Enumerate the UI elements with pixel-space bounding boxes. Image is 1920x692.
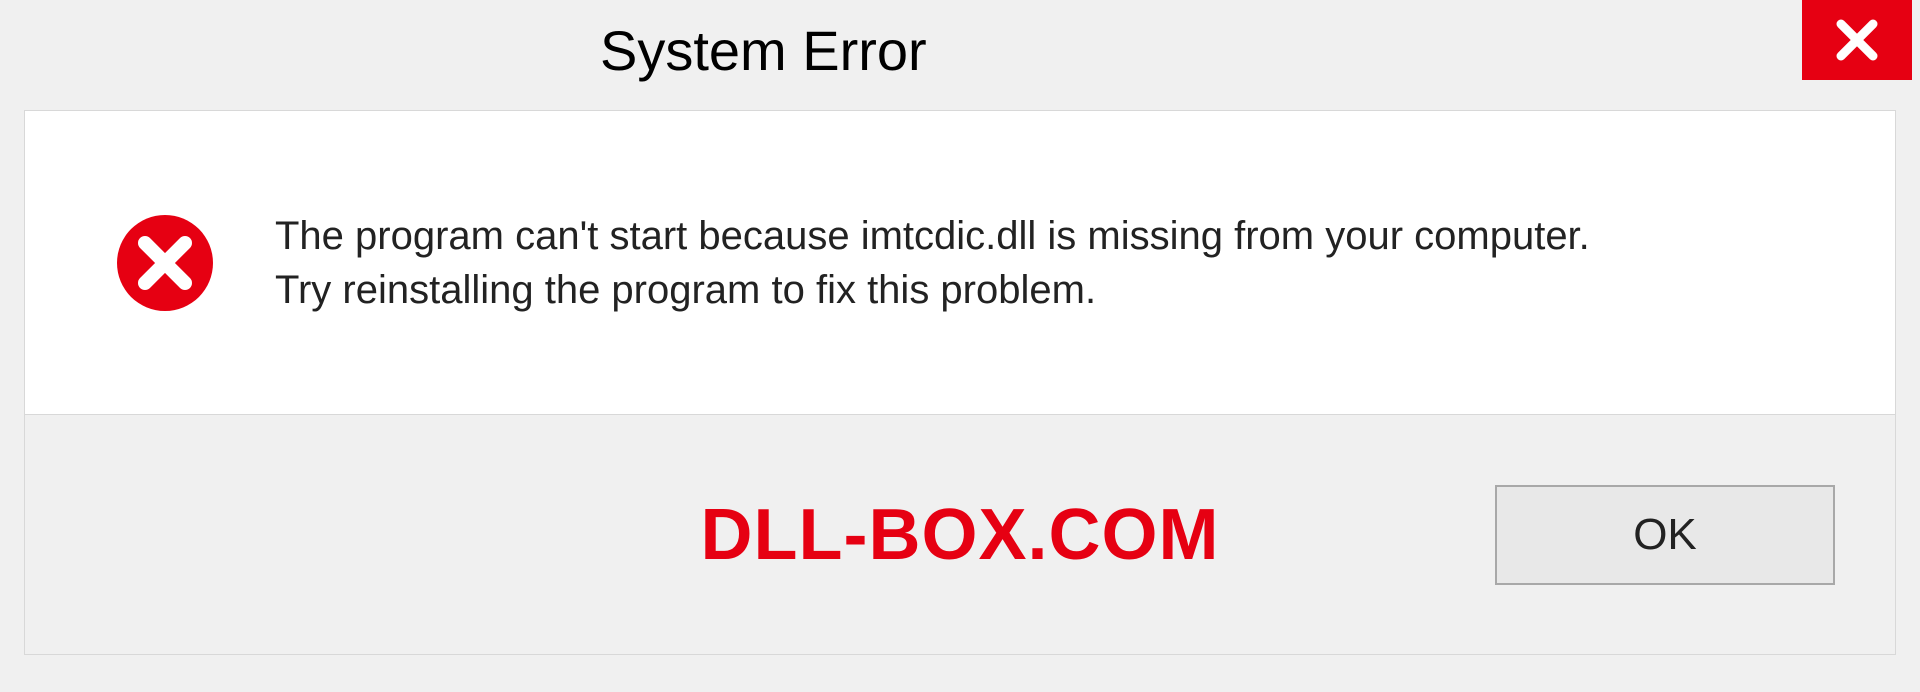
dialog-title: System Error [600,18,927,83]
close-button[interactable] [1802,0,1912,80]
message-line-1: The program can't start because imtcdic.… [275,209,1590,263]
titlebar: System Error [0,0,1920,100]
message-line-2: Try reinstalling the program to fix this… [275,263,1590,317]
footer-panel: DLL-BOX.COM OK [24,415,1896,655]
watermark-text: DLL-BOX.COM [701,494,1220,576]
content-panel: The program can't start because imtcdic.… [24,110,1896,415]
close-icon [1833,16,1881,64]
error-icon [115,213,215,313]
ok-button[interactable]: OK [1495,485,1835,585]
error-message: The program can't start because imtcdic.… [275,209,1630,317]
